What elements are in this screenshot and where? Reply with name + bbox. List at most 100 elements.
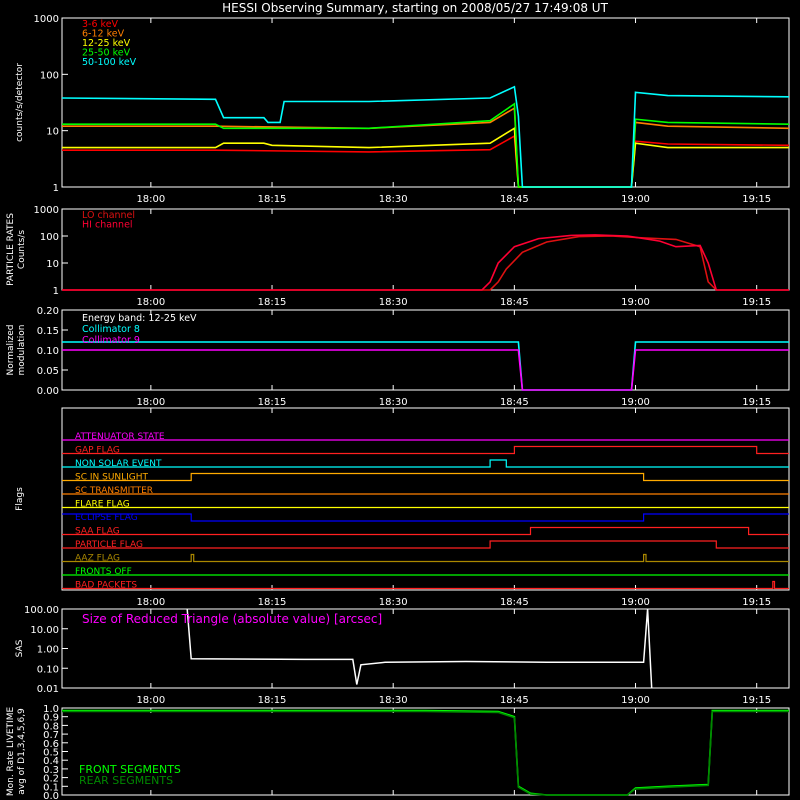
y-tick-label: 10 <box>46 127 59 138</box>
series-line <box>62 134 790 188</box>
legend-entry: Collimator 8 <box>82 324 140 335</box>
x-tick-label: 18:45 <box>500 695 529 706</box>
y-tick-label: 0.10 <box>37 664 59 675</box>
x-tick-label: 18:15 <box>258 194 287 205</box>
y-axis-label: modulation <box>17 325 27 376</box>
flag-label: SAA FLAG <box>75 527 120 537</box>
x-tick-label: 18:45 <box>500 397 529 408</box>
legend-entry: 50-100 keV <box>82 57 137 68</box>
y-tick-label: 0.01 <box>37 684 59 695</box>
panel-frame <box>61 17 790 188</box>
y-tick-label: 0.0 <box>43 791 59 800</box>
y-axis-label: Flags <box>15 487 25 511</box>
x-tick-label: 18:30 <box>379 194 408 205</box>
x-tick-label: 18:15 <box>258 597 287 608</box>
x-tick-label: 18:15 <box>258 397 287 408</box>
y-tick-label: 100.00 <box>24 605 59 616</box>
x-tick-label: 18:30 <box>379 397 408 408</box>
x-tick-label: 19:00 <box>621 695 650 706</box>
y-axis-label: Counts/s <box>17 230 27 269</box>
x-tick-label: 19:15 <box>742 397 771 408</box>
series-line <box>62 126 789 188</box>
x-tick-label: 19:15 <box>742 194 771 205</box>
x-tick-label: 19:15 <box>742 695 771 706</box>
panel-counts: 18:00 18:15 18:30 18:45 19:00 19:15 1000 100 10 1… <box>15 14 790 205</box>
y-tick-label: 1 <box>53 286 59 297</box>
x-tick-label: 18:00 <box>136 695 165 706</box>
hessi-summary-chart: HESSI Observing Summary, starting on 200… <box>6 1 790 800</box>
y-axis-label: avg of D1,3,4,5,6,9 <box>17 708 27 795</box>
annotation: Energy band: 12-25 keV <box>82 313 197 324</box>
x-tick-label: 19:15 <box>742 597 771 608</box>
x-tick-label: 18:00 <box>136 297 165 308</box>
y-tick-label: 10 <box>46 259 59 270</box>
x-tick-label: 18:30 <box>379 597 408 608</box>
x-tick-label: 19:15 <box>742 297 771 308</box>
x-tick-label: 19:00 <box>621 194 650 205</box>
y-tick-label: 100 <box>40 232 59 243</box>
x-tick-label: 18:30 <box>379 297 408 308</box>
series-line <box>62 349 789 391</box>
flag-line <box>62 540 789 549</box>
series-line <box>62 234 789 291</box>
y-tick-label: 0.05 <box>37 366 59 377</box>
flag-line <box>62 459 789 468</box>
x-tick-label: 18:00 <box>136 397 165 408</box>
legend-entry: REAR SEGMENTS <box>79 774 173 787</box>
legend-entry: Collimator 9 <box>82 335 140 346</box>
y-tick-label: 0.15 <box>37 326 59 337</box>
flag-label: FLARE FLAG <box>75 500 130 510</box>
flag-label: ECLIPSE FLAG <box>75 513 138 523</box>
panel-frame <box>61 208 790 291</box>
panel-flags: 18:00 18:15 18:30 18:45 19:00 19:15 Flags ATTEN… <box>15 407 790 608</box>
flag-label: AAZ FLAG <box>75 554 120 564</box>
y-tick-label: 0.20 <box>37 306 59 317</box>
flag-label: ATTENUATOR STATE <box>75 432 165 442</box>
x-tick-label: 18:00 <box>136 194 165 205</box>
flag-line <box>62 526 789 536</box>
y-axis-label: PARTICLE RATES <box>6 213 16 286</box>
flag-label: BAD PACKETS <box>75 581 137 591</box>
flag-label: GAP FLAG <box>75 446 120 456</box>
y-axis-label: counts/s/detector <box>15 63 25 142</box>
panel-modulation: 18:00 18:15 18:30 18:45 19:00 19:15 0.20 0.15 0.… <box>6 306 790 408</box>
y-axis-label: Mon. Rate LIVETIME <box>6 707 16 797</box>
y-tick-label: 1000 <box>34 14 59 25</box>
x-tick-label: 19:00 <box>621 597 650 608</box>
flag-line <box>62 445 789 455</box>
x-tick-label: 18:15 <box>258 297 287 308</box>
x-tick-label: 18:45 <box>500 297 529 308</box>
flag-label: SC TRANSMITTER <box>75 486 153 496</box>
x-tick-label: 19:00 <box>621 397 650 408</box>
y-tick-label: 0.10 <box>37 346 59 357</box>
flag-label: FRONTS OFF <box>75 567 132 577</box>
series-line <box>62 235 789 291</box>
series-line <box>61 85 790 188</box>
x-tick-label: 18:00 <box>136 597 165 608</box>
panel-sas: 18:00 18:15 18:30 18:45 19:00 19:15 100.00 10.0… <box>15 605 790 706</box>
x-tick-label: 18:45 <box>500 194 529 205</box>
flag-line <box>62 472 789 482</box>
y-axis-label: Normalized <box>6 324 16 375</box>
y-tick-label: 100 <box>40 70 59 81</box>
flag-label: NON SOLAR EVENT <box>75 459 162 469</box>
flag-label: SC IN SUNLIGHT <box>75 473 149 483</box>
legend-entry: HI channel <box>82 220 133 231</box>
x-tick-label: 18:45 <box>500 597 529 608</box>
x-tick-label: 19:00 <box>621 297 650 308</box>
y-tick-label: 1 <box>53 183 59 194</box>
chart-title: HESSI Observing Summary, starting on 200… <box>222 1 608 15</box>
annotation: Size of Reduced Triangle (absolute value… <box>82 612 382 626</box>
flag-line <box>62 513 789 522</box>
flag-label: PARTICLE FLAG <box>75 540 143 550</box>
y-tick-label: 1.00 <box>37 645 59 656</box>
y-tick-label: 10.00 <box>30 625 59 636</box>
y-axis-label: SAS <box>15 639 25 657</box>
flag-line <box>62 580 789 590</box>
y-tick-label: 1000 <box>34 205 59 216</box>
panel-particle: 18:00 18:15 18:30 18:45 19:00 19:15 1000 100 10 1… <box>6 205 790 308</box>
x-tick-label: 18:30 <box>379 695 408 706</box>
flag-line <box>62 553 789 563</box>
y-tick-label: 0.00 <box>37 386 59 397</box>
x-tick-label: 18:15 <box>258 695 287 706</box>
